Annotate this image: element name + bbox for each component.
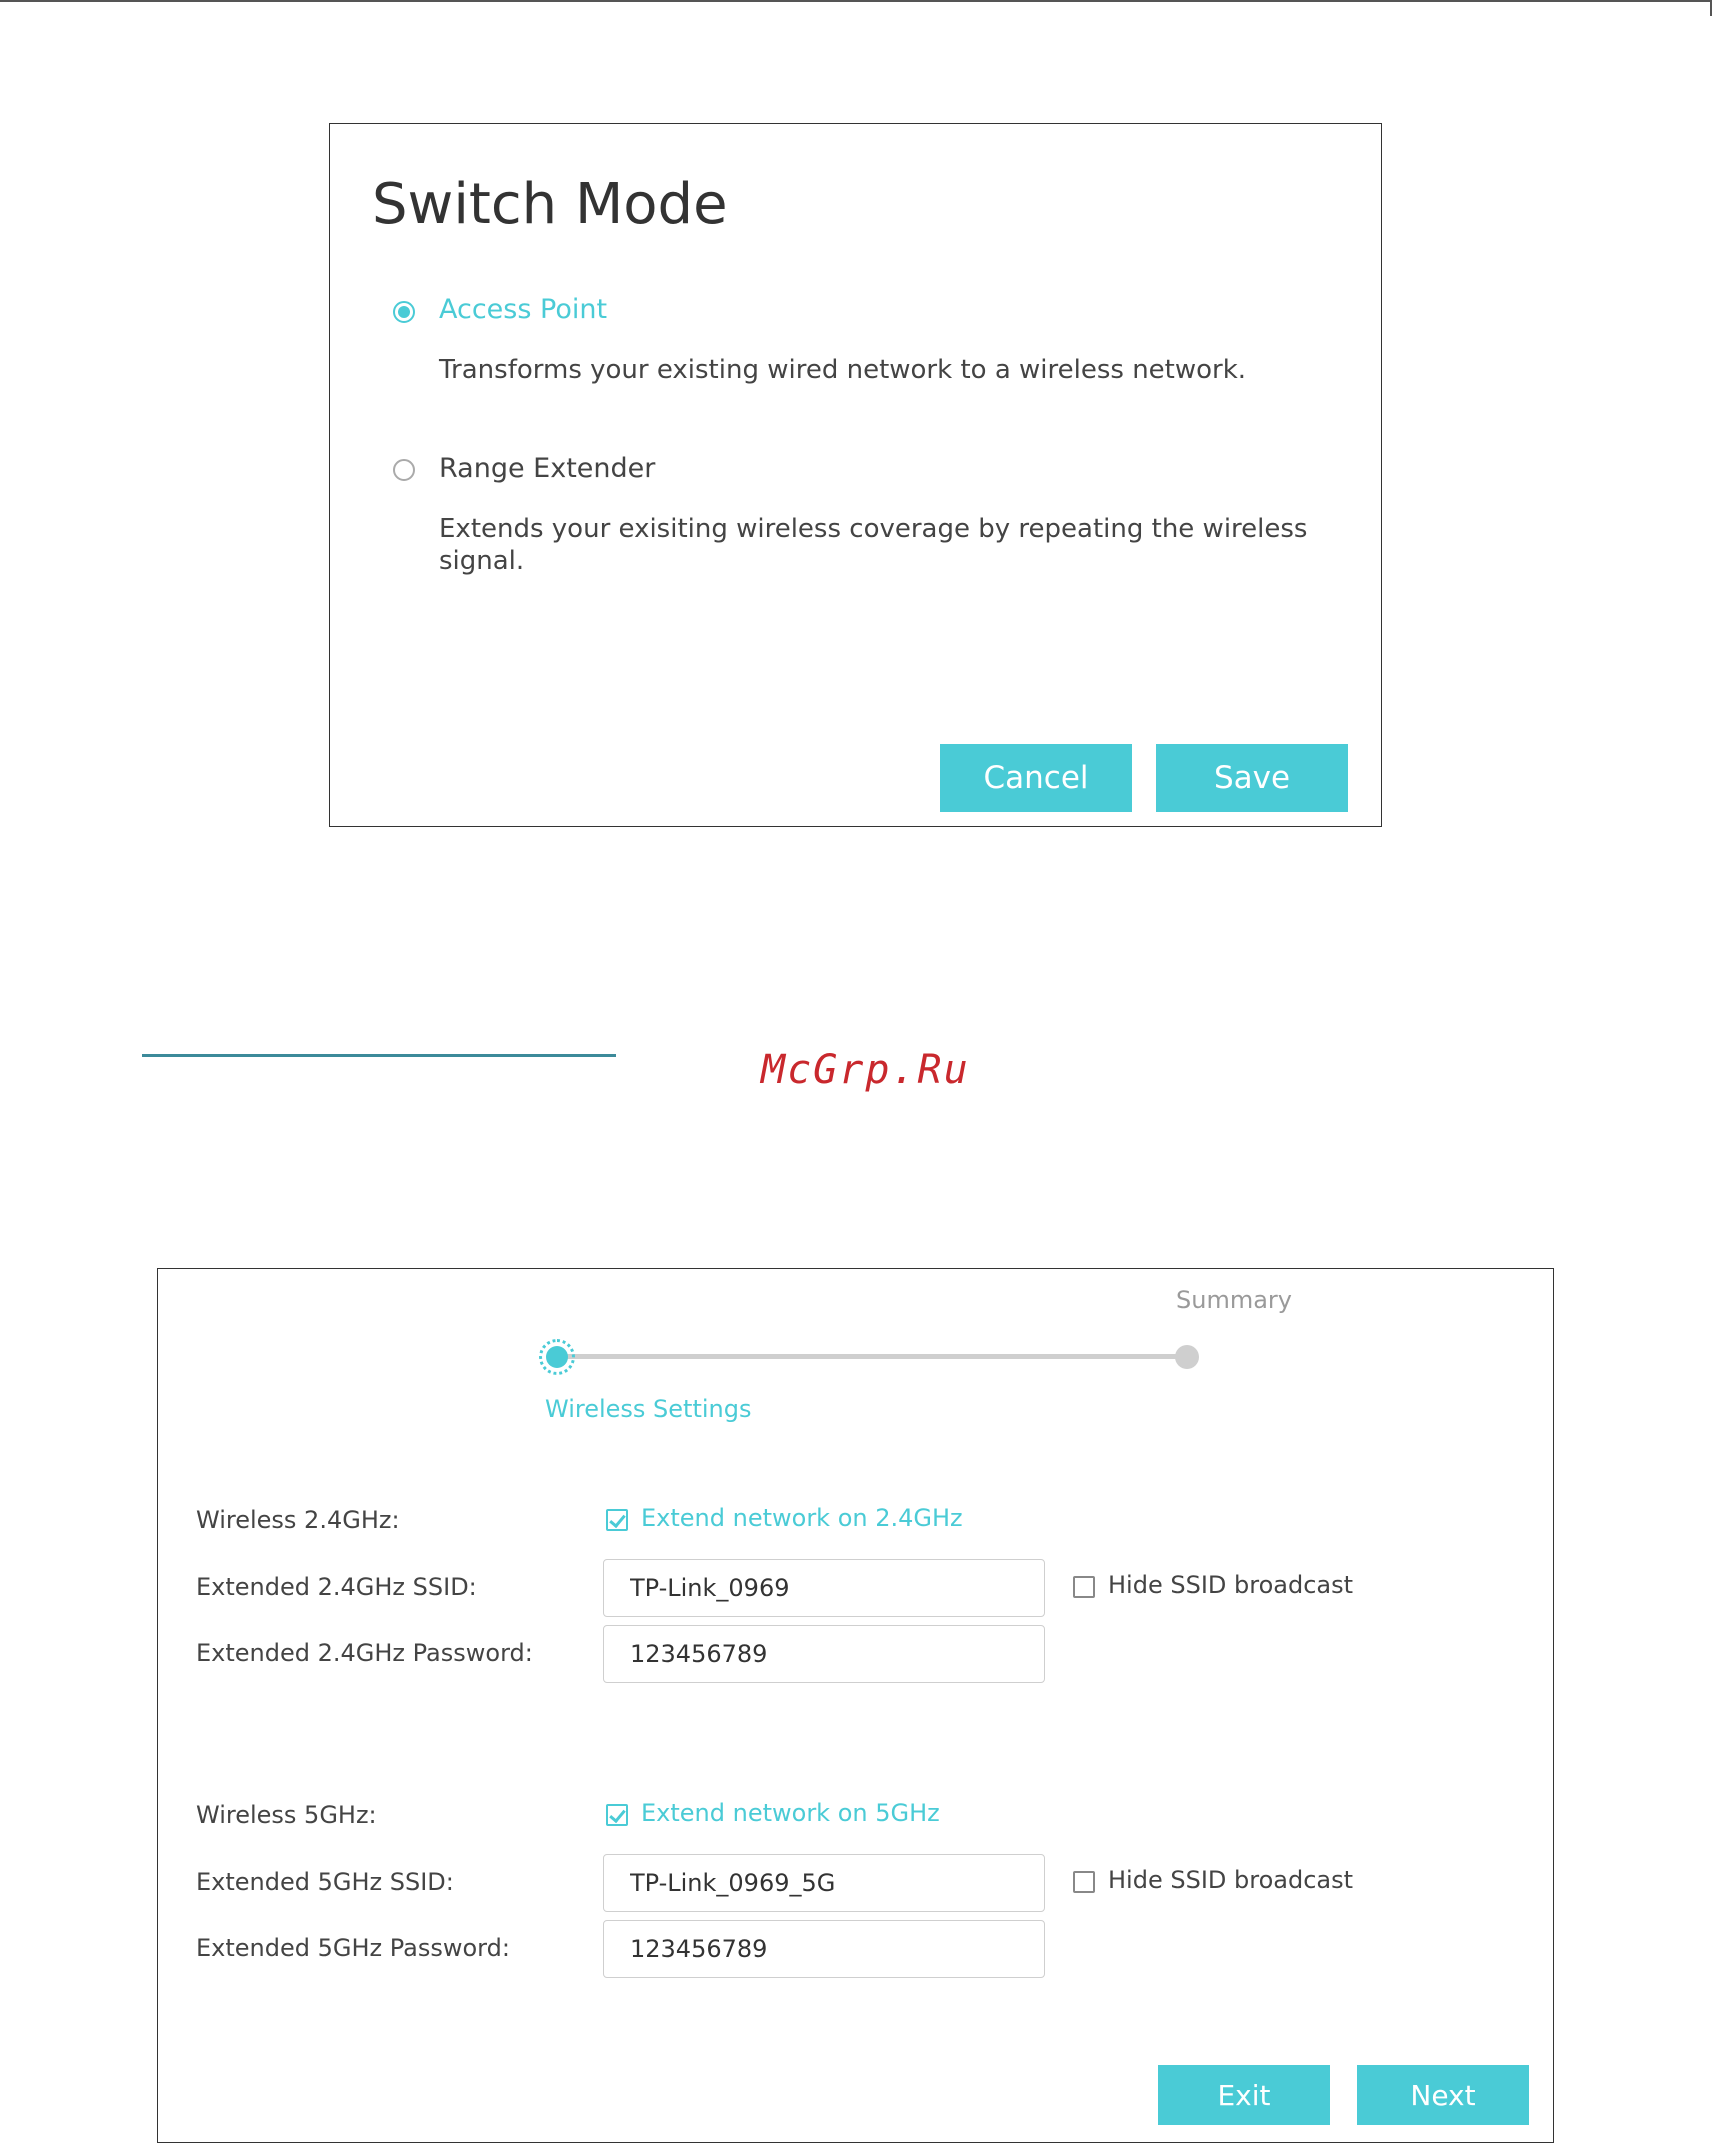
range-extender-radio[interactable] (393, 459, 415, 481)
section-divider (142, 1054, 616, 1057)
extend-24-checkbox[interactable] (606, 1509, 628, 1531)
range-extender-label[interactable]: Range Extender (439, 453, 655, 484)
hide-ssid-5-checkbox[interactable] (1073, 1871, 1095, 1893)
hide-ssid-24-label[interactable]: Hide SSID broadcast (1108, 1571, 1353, 1599)
password-24-input[interactable] (603, 1625, 1045, 1683)
wireless-5-label: Wireless 5GHz: (196, 1801, 377, 1829)
step-summary-marker (1175, 1345, 1199, 1369)
password-5-input[interactable] (603, 1920, 1045, 1978)
range-extender-description: Extends your exisiting wireless coverage… (439, 514, 1308, 576)
next-button[interactable]: Next (1357, 2065, 1529, 2125)
save-button[interactable]: Save (1156, 744, 1348, 812)
switch-mode-title: Switch Mode (372, 172, 728, 237)
hide-ssid-5-label[interactable]: Hide SSID broadcast (1108, 1866, 1353, 1894)
ssid-24-label: Extended 2.4GHz SSID: (196, 1573, 477, 1601)
extend-5-checkbox[interactable] (606, 1804, 628, 1826)
step-current-marker (539, 1339, 575, 1375)
step-wireless-settings-label: Wireless Settings (545, 1395, 752, 1423)
ssid-5-label: Extended 5GHz SSID: (196, 1868, 454, 1896)
ssid-24-input[interactable] (603, 1559, 1045, 1617)
watermark: McGrp.Ru (761, 1047, 970, 1093)
wireless-24-label: Wireless 2.4GHz: (196, 1506, 400, 1534)
access-point-description: Transforms your existing wired network t… (439, 355, 1247, 385)
step-progress-track (558, 1354, 1188, 1359)
wireless-settings-panel: Summary Wireless Settings Wireless 2.4GH… (157, 1268, 1554, 2143)
exit-button[interactable]: Exit (1158, 2065, 1330, 2125)
password-24-label: Extended 2.4GHz Password: (196, 1639, 533, 1667)
ssid-5-input[interactable] (603, 1854, 1045, 1912)
top-rule (0, 0, 1712, 2)
extend-24-label[interactable]: Extend network on 2.4GHz (641, 1504, 963, 1532)
step-summary-label: Summary (1176, 1286, 1292, 1314)
cancel-button[interactable]: Cancel (940, 744, 1132, 812)
hide-ssid-24-checkbox[interactable] (1073, 1576, 1095, 1598)
switch-mode-panel: Switch Mode Access Point Transforms your… (329, 123, 1382, 827)
password-5-label: Extended 5GHz Password: (196, 1934, 510, 1962)
extend-5-label[interactable]: Extend network on 5GHz (641, 1799, 940, 1827)
access-point-label[interactable]: Access Point (439, 294, 607, 325)
access-point-radio[interactable] (393, 301, 415, 323)
